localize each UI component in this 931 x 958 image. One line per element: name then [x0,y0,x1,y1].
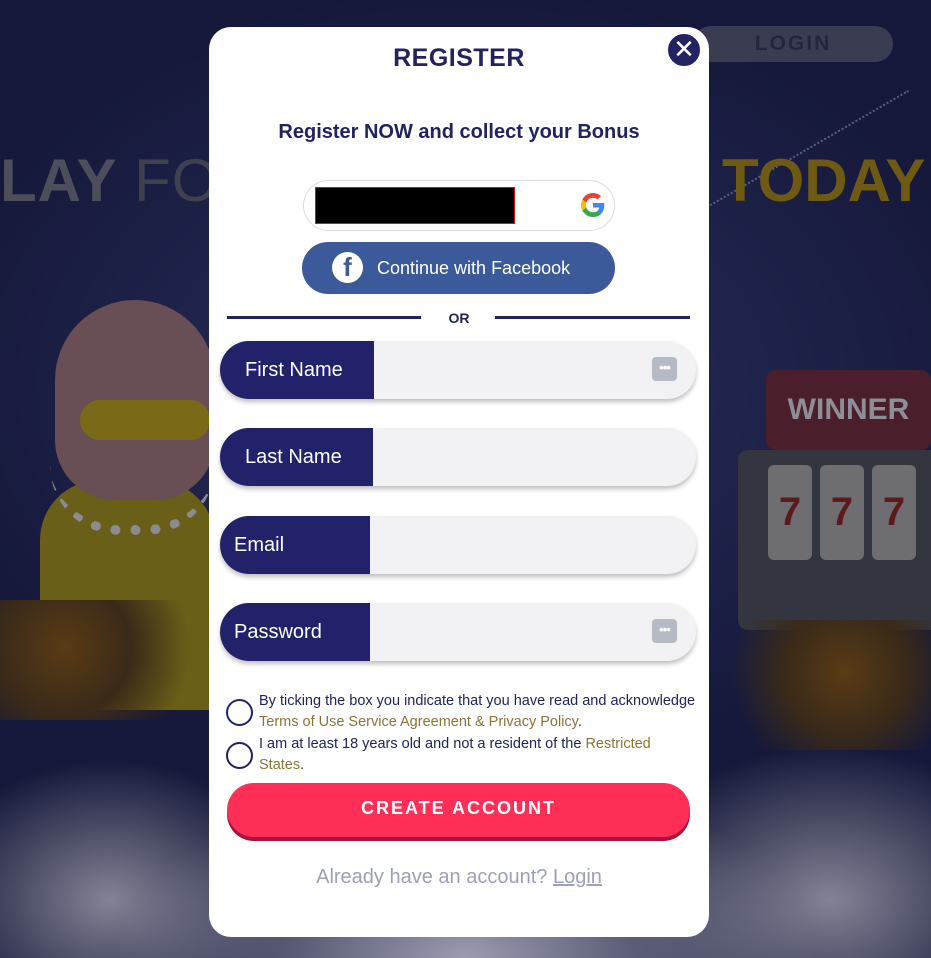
headline-left-thin: FO [134,147,220,214]
background-headline-right: TODAY [722,147,926,214]
login-link[interactable]: Login [553,866,602,888]
first-name-field: First Name ••• [220,341,696,399]
slot-reel: 7 [820,465,864,560]
divider-right [495,316,690,319]
email-field: Email [220,516,696,574]
or-label: OR [448,310,470,326]
email-input[interactable] [370,516,696,574]
terms-text-before: By ticking the box you indicate that you… [259,693,696,709]
facebook-icon: f [332,252,363,283]
last-name-input[interactable] [373,428,696,486]
slot-reel: 7 [768,465,812,560]
email-label: Email [220,516,370,574]
facebook-button-label: Continue with Facebook [377,258,571,278]
redacted-account-block [315,187,515,224]
background-headline-left: LAY FO [0,146,219,215]
headline-left-bold: LAY [0,147,117,214]
password-input[interactable] [370,603,696,661]
slot-machine-illustration: WINNER 7 7 7 [738,370,931,630]
divider-left [227,316,421,319]
modal-subtitle: Register NOW and collect your Bonus [278,121,640,143]
age-checkbox[interactable] [226,742,253,769]
password-label: Password [220,603,370,661]
password-field: Password ••• [220,603,696,661]
last-name-label: Last Name [220,428,373,486]
age-text-before: I am at least 18 years old and not a res… [259,736,586,752]
already-text: Already have an account? [316,866,548,888]
google-icon [581,193,605,217]
slot-reel: 7 [872,465,916,560]
slot-sign: WINNER [766,370,931,450]
age-text: I am at least 18 years old and not a res… [259,734,689,776]
last-name-field: Last Name [220,428,696,486]
modal-title: REGISTER [393,44,525,72]
terms-checkbox[interactable] [226,699,253,726]
autofill-icon[interactable]: ••• [652,357,677,381]
autofill-icon[interactable]: ••• [652,619,677,643]
background-login-button: LOGIN [693,26,893,62]
already-have-account: Already have an account? Login [209,866,709,889]
first-name-label: First Name [220,341,374,399]
mascot-glasses [80,400,210,440]
terms-link[interactable]: Terms of Use Service Agreement & Privacy… [259,714,578,730]
terms-text-after: . [577,714,582,730]
coins-pile-left [0,600,215,720]
google-signin-button[interactable] [303,180,615,231]
terms-text: By ticking the box you indicate that you… [259,691,699,733]
coins-pile-right [715,620,931,750]
age-text-after: . [300,757,305,773]
facebook-signin-button[interactable]: f Continue with Facebook [302,242,615,294]
first-name-input[interactable] [374,341,696,399]
create-account-button[interactable]: CREATE ACCOUNT [227,783,690,837]
